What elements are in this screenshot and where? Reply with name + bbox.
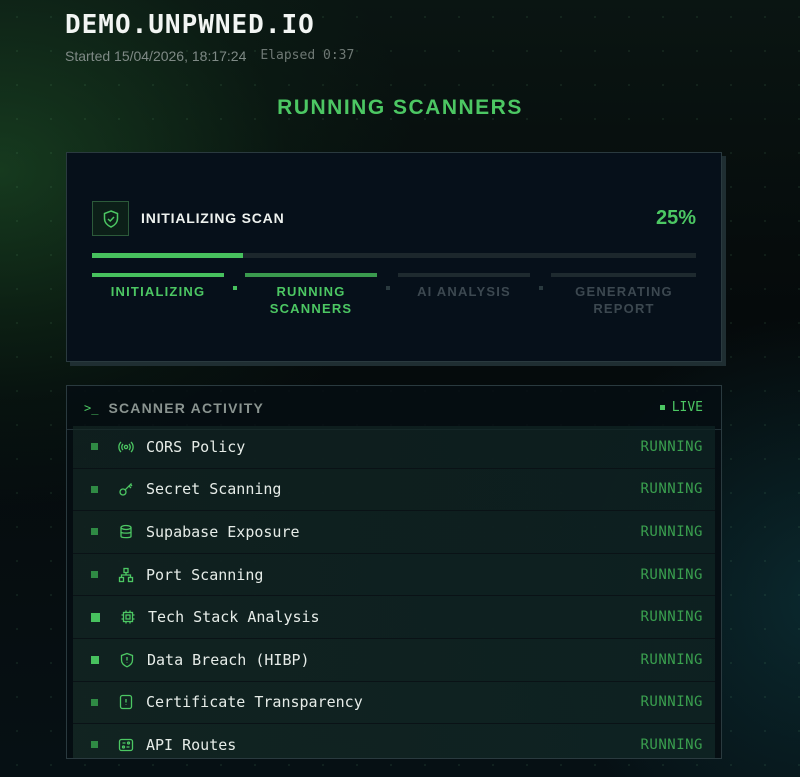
step-line xyxy=(551,273,696,277)
scanner-row: Port Scanning RUNNING xyxy=(73,553,715,597)
scanner-status: RUNNING xyxy=(640,523,703,540)
step-separator xyxy=(233,286,237,290)
status-square-icon xyxy=(91,571,98,579)
scanner-name: CORS Policy xyxy=(146,437,246,456)
progress-bar xyxy=(92,253,696,258)
step-separator xyxy=(539,286,543,290)
scanner-name: Secret Scanning xyxy=(146,480,282,499)
status-square-icon xyxy=(91,655,99,664)
status-square-icon xyxy=(91,698,98,706)
step-running-scanners: RUNNING SCANNERS xyxy=(245,273,377,317)
scanner-status: RUNNING xyxy=(640,566,703,583)
scanner-activity-panel[interactable]: >_ SCANNER ACTIVITY LIVE CORS Policy RUN… xyxy=(66,385,722,759)
status-square-icon xyxy=(91,485,98,493)
scanner-status: RUNNING xyxy=(640,694,703,711)
step-line xyxy=(245,273,377,277)
scanner-list: CORS Policy RUNNING Secret Scanning RUNN… xyxy=(73,426,715,758)
scanner-row: CORS Policy RUNNING xyxy=(73,426,715,469)
certificate-icon xyxy=(118,694,134,710)
step-line xyxy=(398,273,530,277)
scanner-status: RUNNING xyxy=(640,736,703,753)
database-icon xyxy=(118,524,134,540)
step-generating-report: GENERATING REPORT xyxy=(551,273,696,317)
status-square-icon xyxy=(91,443,98,451)
live-indicator: LIVE xyxy=(659,400,703,415)
phase-stepper: INITIALIZING RUNNING SCANNERS AI ANALYSI… xyxy=(92,273,696,323)
step-label: GENERATING REPORT xyxy=(575,284,673,316)
scanner-name: Data Breach (HIBP) xyxy=(147,650,310,669)
activity-title: SCANNER ACTIVITY xyxy=(108,399,265,416)
broadcast-icon xyxy=(118,439,134,455)
key-icon xyxy=(118,481,134,497)
shield-check-icon xyxy=(92,201,129,236)
step-separator xyxy=(386,286,390,290)
status-square-icon xyxy=(91,741,98,749)
scan-status-label: INITIALIZING SCAN xyxy=(141,210,285,226)
terminal-prompt-icon: >_ xyxy=(84,400,99,415)
scanner-name: Supabase Exposure xyxy=(146,522,300,541)
step-initializing: INITIALIZING xyxy=(92,273,224,300)
started-timestamp: Started 15/04/2026, 18:17:24 xyxy=(65,48,247,64)
target-domain-title: DEMO.UNPWNED.IO xyxy=(65,10,315,40)
api-icon xyxy=(118,737,134,753)
scanner-name: Certificate Transparency xyxy=(146,693,363,712)
step-ai-analysis: AI ANALYSIS xyxy=(398,273,530,300)
step-label: INITIALIZING xyxy=(110,284,206,299)
status-square-icon xyxy=(91,612,100,622)
scan-header: DEMO.UNPWNED.IO Started 15/04/2026, 18:1… xyxy=(65,10,354,64)
phase-title: RUNNING SCANNERS xyxy=(277,96,523,119)
step-label: AI ANALYSIS xyxy=(417,284,511,299)
shield-icon xyxy=(119,652,135,668)
scanner-name: API Routes xyxy=(146,735,237,754)
step-line xyxy=(92,273,224,277)
elapsed-time: Elapsed 0:37 xyxy=(260,48,355,63)
scan-meta: Started 15/04/2026, 18:17:24 Elapsed 0:3… xyxy=(65,48,354,64)
scanner-row: Supabase Exposure RUNNING xyxy=(73,511,715,554)
status-square-icon xyxy=(91,528,98,536)
activity-header: >_ SCANNER ACTIVITY LIVE xyxy=(67,386,721,430)
progress-card: INITIALIZING SCAN 25% INITIALIZING RUNNI… xyxy=(66,152,722,362)
progress-percent: 25% xyxy=(655,207,696,229)
scanner-status: RUNNING xyxy=(640,651,703,668)
scanner-row: API Routes RUNNING xyxy=(73,724,715,758)
scanner-name: Port Scanning xyxy=(146,565,264,584)
network-icon xyxy=(118,567,134,583)
progress-bar-fill xyxy=(92,253,243,258)
scanner-status: RUNNING xyxy=(640,609,703,626)
scanner-row: Certificate Transparency RUNNING xyxy=(73,681,715,725)
live-dot-icon xyxy=(659,405,665,410)
scanner-name: Tech Stack Analysis xyxy=(148,608,320,627)
step-label: RUNNING SCANNERS xyxy=(269,284,353,316)
scanner-status: RUNNING xyxy=(640,481,703,498)
chip-icon xyxy=(120,609,136,625)
live-label: LIVE xyxy=(671,400,703,415)
scanner-row: Secret Scanning RUNNING xyxy=(73,468,715,512)
scanner-status: RUNNING xyxy=(640,438,703,455)
scanner-row: Tech Stack Analysis RUNNING xyxy=(73,596,715,639)
scanner-row: Data Breach (HIBP) RUNNING xyxy=(73,638,715,682)
